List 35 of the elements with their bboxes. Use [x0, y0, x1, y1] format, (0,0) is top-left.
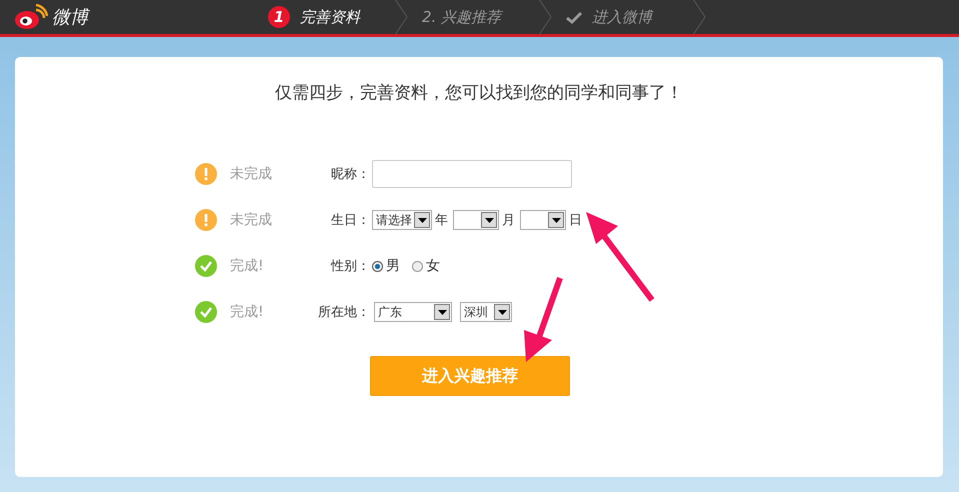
- status-text: 未完成: [230, 211, 273, 229]
- chevron-icon: [538, 0, 552, 35]
- form-title: 仅需四步，完善资料，您可以找到您的同学和同事了！: [274, 82, 684, 104]
- caret-icon: [552, 218, 560, 222]
- chevron-icon: [394, 0, 408, 35]
- caret-icon: [484, 218, 494, 222]
- field-label: 生日：: [330, 212, 370, 229]
- unit-label: 月: [502, 212, 515, 229]
- caret-icon: [498, 310, 506, 314]
- nickname-field[interactable]: [372, 160, 572, 188]
- dropdown[interactable]: [520, 210, 566, 230]
- chevron-icon: [692, 0, 706, 35]
- weibo-logo-icon: [14, 4, 48, 30]
- step-tab[interactable]: 2. 兴趣推荐: [408, 0, 552, 34]
- radio-option[interactable]: 男: [372, 257, 400, 275]
- dropdown[interactable]: 广东: [374, 302, 452, 322]
- step-tab[interactable]: 进入微博: [552, 0, 706, 34]
- status-text: 未完成: [230, 165, 273, 183]
- field-label: 性别：: [330, 258, 370, 275]
- unit-label: 年: [435, 212, 448, 229]
- field-label: 所在地：: [317, 304, 370, 321]
- caret-icon: [438, 310, 446, 314]
- logo-text: 微博: [52, 6, 88, 29]
- step-tab[interactable]: 1 完善资料: [254, 0, 408, 34]
- dropdown[interactable]: 深圳: [460, 302, 512, 322]
- radio-option[interactable]: 女: [412, 257, 440, 275]
- check-icon: [566, 10, 582, 24]
- status-text: 完成!: [230, 257, 265, 275]
- caret-icon: [418, 218, 426, 222]
- unit-label: 日: [569, 212, 582, 229]
- dropdown[interactable]: [453, 210, 499, 230]
- status-text: 完成!: [230, 303, 265, 321]
- dropdown[interactable]: 请选择: [372, 210, 432, 230]
- step-number-badge: 1: [268, 6, 290, 28]
- field-label: 昵称：: [330, 166, 370, 183]
